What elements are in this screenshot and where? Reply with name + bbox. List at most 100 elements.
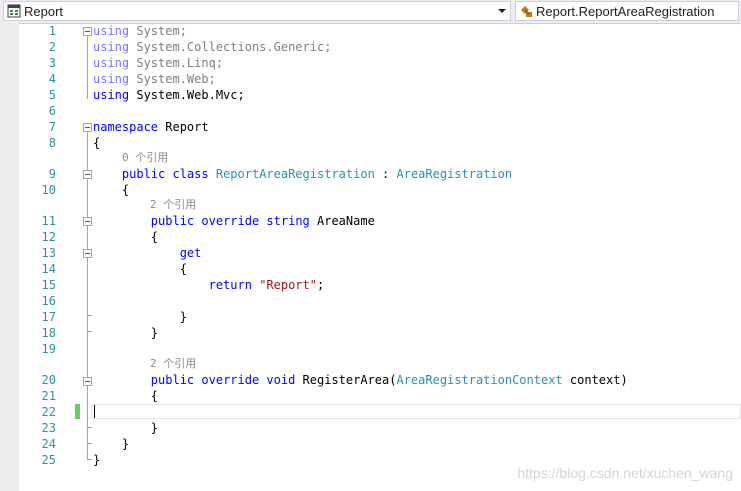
line-number: 16	[41, 294, 56, 308]
line-number: 21	[41, 389, 56, 403]
code-token: }	[93, 437, 130, 451]
keyword-token: void	[266, 373, 296, 387]
keyword-token: override	[201, 373, 260, 387]
keyword-token: using	[93, 56, 130, 70]
code-line[interactable]: {	[93, 135, 100, 151]
keyword-token: string	[266, 214, 310, 228]
fold-end-marker	[87, 459, 92, 460]
fold-end-marker	[87, 331, 92, 332]
member-dropdown-label: Report.ReportAreaRegistration	[536, 4, 715, 19]
keyword-token: using	[93, 72, 130, 86]
fold-end-marker	[87, 443, 92, 444]
code-line[interactable]: public class ReportAreaRegistration : Ar…	[93, 166, 512, 182]
collapse-getter-icon[interactable]	[83, 249, 92, 258]
line-number: 15	[41, 278, 56, 292]
collapse-class-icon[interactable]	[83, 170, 92, 179]
line-number: 9	[48, 167, 56, 181]
fold-line	[87, 36, 88, 99]
code-token: {	[93, 262, 187, 276]
collapse-namespace-icon[interactable]	[83, 123, 92, 132]
code-token: {	[93, 230, 159, 244]
codelens-reference-count[interactable]: 0 个引用	[122, 150, 168, 166]
unsaved-change-marker	[75, 404, 80, 419]
type-token: AreaRegistrationContext	[396, 373, 563, 387]
code-line[interactable]: get	[93, 245, 202, 261]
line-number: 1	[48, 24, 56, 38]
line-number: 18	[41, 326, 56, 340]
code-line[interactable]: }	[93, 452, 100, 468]
code-line[interactable]: {	[93, 229, 158, 245]
type-token: ReportAreaRegistration	[215, 167, 375, 181]
code-token: }	[93, 326, 159, 340]
chevron-down-icon[interactable]	[498, 9, 506, 13]
collapse-property-icon[interactable]	[83, 217, 92, 226]
type-token: AreaRegistration	[396, 167, 513, 181]
text-caret	[94, 405, 95, 418]
code-token: System.Web.Mvc;	[129, 88, 245, 102]
code-line[interactable]: using System.Web;	[93, 71, 216, 87]
codelens-reference-count[interactable]: 2 个引用	[150, 356, 196, 372]
code-line[interactable]: using System.Linq;	[93, 55, 223, 71]
line-number: 25	[41, 453, 56, 467]
code-line[interactable]: using System.Web.Mvc;	[93, 87, 245, 103]
collapse-method-icon[interactable]	[83, 377, 92, 386]
keyword-token: override	[201, 214, 260, 228]
line-number: 2	[48, 40, 56, 54]
code-token: ;	[316, 278, 325, 292]
code-token: }	[93, 310, 187, 324]
watermark: https://blog.csdn.net/xuchen_wang	[517, 465, 733, 481]
code-line[interactable]: {	[93, 261, 187, 277]
line-number: 5	[48, 88, 56, 102]
member-dropdown[interactable]: Report.ReportAreaRegistration	[515, 1, 739, 21]
code-token: RegisterArea(	[295, 373, 397, 387]
keyword-token: public	[150, 214, 195, 228]
code-line[interactable]: public override void RegisterArea(AreaRe…	[93, 372, 628, 388]
line-number: 19	[41, 342, 56, 356]
line-number: 22	[41, 405, 56, 419]
keyword-token: get	[179, 246, 202, 260]
code-token: AreaName	[309, 214, 375, 228]
keyword-token: using	[93, 88, 130, 102]
code-line[interactable]: {	[93, 388, 158, 404]
keyword-token: using	[93, 24, 130, 38]
code-token: }	[93, 453, 101, 467]
code-line[interactable]: using System.Collections.Generic;	[93, 39, 331, 55]
code-token: :	[374, 167, 397, 181]
code-line[interactable]: }	[93, 309, 187, 325]
code-line[interactable]: using System;	[93, 23, 187, 39]
indicator-margin	[0, 23, 19, 491]
code-token: System.Web;	[129, 72, 216, 86]
line-number: 20	[41, 373, 56, 387]
collapse-usings-icon[interactable]	[83, 27, 92, 36]
codelens-reference-count[interactable]: 2 个引用	[150, 197, 196, 213]
code-token: {	[93, 389, 159, 403]
code-line[interactable]: }	[93, 420, 158, 436]
line-number: 10	[41, 183, 56, 197]
string-token: "Report"	[259, 278, 317, 292]
code-token: System;	[129, 24, 187, 38]
keyword-token: return	[208, 278, 252, 292]
code-token: System.Linq;	[129, 56, 224, 70]
fold-end-marker	[87, 427, 92, 428]
code-line[interactable]: return "Report";	[93, 277, 325, 293]
code-editor[interactable]: 1 2 3 4 5 6 7 8 9 10 11 12 13 14 15 16 17 18 19 20 21 22 23 24 2…	[0, 23, 741, 491]
code-line[interactable]: }	[93, 325, 158, 341]
keyword-token: using	[93, 40, 130, 54]
code-line[interactable]: {	[93, 182, 129, 198]
code-line[interactable]: namespace Report	[93, 119, 209, 135]
current-line-highlight	[91, 404, 741, 419]
line-number: 3	[48, 56, 56, 70]
project-dropdown[interactable]: Report	[3, 1, 511, 21]
csharp-project-icon	[7, 4, 21, 18]
project-dropdown-label: Report	[24, 4, 64, 19]
code-token: Report	[158, 120, 209, 134]
code-line[interactable]: }	[93, 436, 129, 452]
code-line[interactable]: public override string AreaName	[93, 213, 375, 229]
code-token: System.Collections.Generic;	[129, 40, 332, 54]
line-number: 6	[48, 104, 56, 118]
